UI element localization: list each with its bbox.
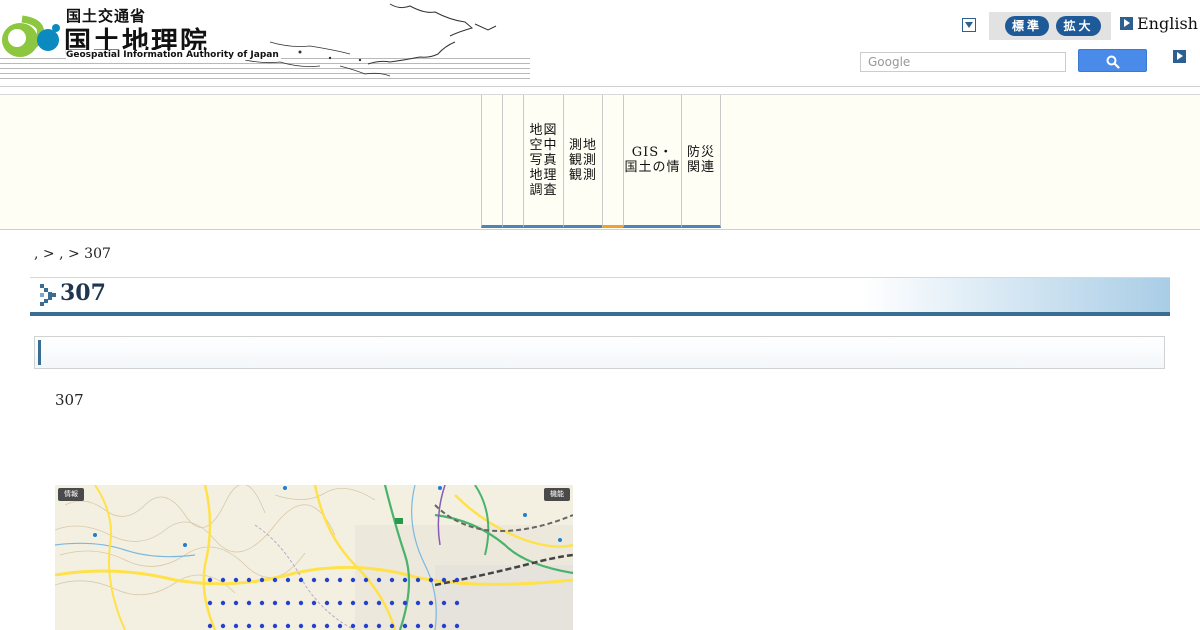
nav-item-label: 防災 関連 <box>686 145 715 175</box>
map-info-button: 情報 <box>58 488 84 501</box>
japan-map-icon <box>244 3 497 77</box>
nav-item-survey[interactable]: 測地 観測 観測 <box>563 95 602 228</box>
nav-item-disaster[interactable]: 防災 関連 <box>681 95 721 228</box>
nav-item-label: 地図 空中 写真 地理 調査 <box>529 122 558 198</box>
text-size-large-button[interactable]: 拡大 <box>1056 16 1101 36</box>
search-options-arrow-icon[interactable] <box>1173 50 1186 63</box>
page-title: 307 <box>60 280 106 306</box>
logo-org-name-en: Geospatial Information Authority of Japa… <box>66 50 281 60</box>
search-icon <box>1106 55 1120 69</box>
subheading-marker <box>38 340 41 365</box>
map-screenshot-image: 情報 機能 <box>55 485 573 630</box>
nav-item-active[interactable] <box>602 95 623 228</box>
nav-item-2[interactable] <box>502 95 523 228</box>
nav-item-label: GIS・ 国土の情 <box>624 145 681 175</box>
page-title-bar <box>30 277 1170 313</box>
play-arrow-icon <box>1120 17 1133 30</box>
page-title-underline <box>30 312 1170 316</box>
text-size-panel: 標準 拡大 <box>989 12 1111 40</box>
nav-item-1[interactable] <box>481 95 502 228</box>
subheading-box <box>34 336 1165 369</box>
body-text: 307 <box>55 391 84 409</box>
gsi-logo-icon <box>2 15 60 57</box>
nav-item-gis[interactable]: GIS・ 国土の情 <box>623 95 681 228</box>
title-chevron-icon <box>40 284 56 306</box>
nav-item-label: 測地 観測 観測 <box>568 137 597 183</box>
site-header: 国土交通省 国土地理院 Geospatial Information Autho… <box>0 0 1200 87</box>
font-size-toggle-icon[interactable] <box>962 18 976 32</box>
search-button[interactable] <box>1078 49 1147 72</box>
topographic-map-graphic <box>55 485 573 630</box>
english-link-label: English <box>1137 14 1198 33</box>
text-size-standard-button[interactable]: 標準 <box>1005 16 1049 36</box>
site-logo[interactable]: 国土交通省 国土地理院 Geospatial Information Autho… <box>0 0 530 80</box>
breadcrumb[interactable]: , > , > 307 <box>34 246 111 262</box>
search-input[interactable]: Google <box>860 52 1066 72</box>
map-function-button: 機能 <box>544 488 570 501</box>
nav-item-maps[interactable]: 地図 空中 写真 地理 調査 <box>523 95 563 228</box>
global-nav: 地図 空中 写真 地理 調査 測地 観測 観測 GIS・ 国土の情 防災 関連 <box>0 94 1200 230</box>
